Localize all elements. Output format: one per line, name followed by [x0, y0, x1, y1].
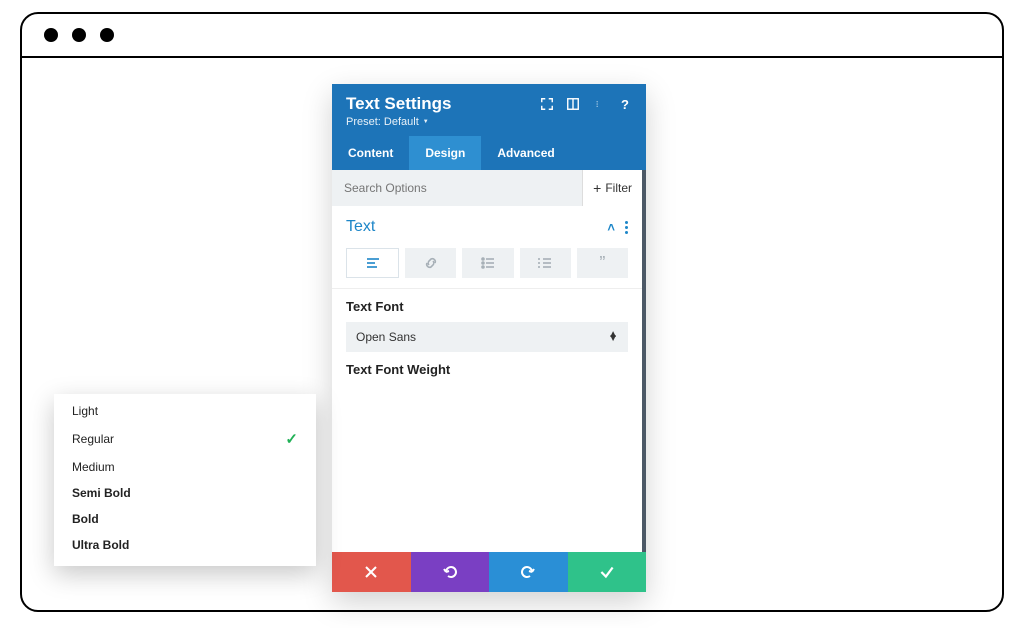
font-label: Text Font: [346, 299, 628, 314]
ol-icon[interactable]: [520, 248, 571, 278]
search-row: + Filter: [332, 170, 642, 206]
sort-icon: ▲▼: [608, 331, 618, 343]
stage: Text Settings Preset: Default ▼: [22, 58, 1002, 610]
responsive-icon[interactable]: [566, 97, 580, 111]
weight-option-regular[interactable]: Regular✓: [54, 424, 316, 454]
text-subtabs: ”: [332, 244, 642, 289]
browser-frame: Text Settings Preset: Default ▼: [20, 12, 1004, 612]
quote-icon[interactable]: ”: [577, 248, 628, 278]
preset-label: Preset: Default: [346, 116, 419, 128]
check-icon: ✓: [285, 430, 298, 448]
font-weight-dropdown[interactable]: Light Regular✓ Medium Semi Bold Bold Ult…: [54, 394, 316, 566]
text-settings-panel: Text Settings Preset: Default ▼: [332, 84, 646, 592]
window-dot: [72, 28, 86, 42]
panel-header: Text Settings Preset: Default ▼: [332, 84, 646, 136]
filter-label: Filter: [605, 181, 632, 195]
weight-option-light[interactable]: Light: [54, 398, 316, 424]
action-bar: [332, 552, 646, 592]
section-name: Text: [346, 218, 375, 236]
tabs: Content Design Advanced: [332, 136, 646, 170]
panel-title: Text Settings: [346, 94, 451, 114]
search-input[interactable]: [332, 181, 582, 195]
field-font-weight: Text Font Weight: [332, 352, 642, 377]
undo-button[interactable]: [411, 552, 490, 592]
more-icon[interactable]: [592, 97, 606, 111]
redo-button[interactable]: [489, 552, 568, 592]
field-text-font: Text Font Open Sans ▲▼: [332, 289, 642, 352]
preset-selector[interactable]: Preset: Default ▼: [346, 116, 451, 128]
window-dot: [44, 28, 58, 42]
weight-option-ultra-bold[interactable]: Ultra Bold: [54, 532, 316, 558]
cancel-button[interactable]: [332, 552, 411, 592]
help-icon[interactable]: ?: [618, 97, 632, 111]
plus-icon: +: [593, 180, 601, 196]
align-icon[interactable]: [346, 248, 399, 278]
window-dot: [100, 28, 114, 42]
section-more-icon[interactable]: [625, 221, 628, 234]
tab-content[interactable]: Content: [332, 136, 409, 170]
weight-option-semi-bold[interactable]: Semi Bold: [54, 480, 316, 506]
tab-design[interactable]: Design: [409, 136, 481, 170]
ul-icon[interactable]: [462, 248, 513, 278]
chevron-down-icon: ▼: [423, 119, 429, 125]
weight-label: Text Font Weight: [346, 362, 628, 377]
weight-option-medium[interactable]: Medium: [54, 454, 316, 480]
link-icon[interactable]: [405, 248, 456, 278]
filter-button[interactable]: + Filter: [582, 170, 642, 206]
expand-icon[interactable]: [540, 97, 554, 111]
font-value: Open Sans: [356, 330, 416, 344]
collapse-icon[interactable]: ˄: [607, 220, 615, 235]
tab-advanced[interactable]: Advanced: [481, 136, 570, 170]
weight-option-bold[interactable]: Bold: [54, 506, 316, 532]
browser-titlebar: [22, 14, 1002, 58]
section-text-header[interactable]: Text ˄: [332, 206, 642, 244]
panel-body: + Filter Text ˄: [332, 170, 646, 552]
font-select[interactable]: Open Sans ▲▼: [346, 322, 628, 352]
confirm-button[interactable]: [568, 552, 647, 592]
